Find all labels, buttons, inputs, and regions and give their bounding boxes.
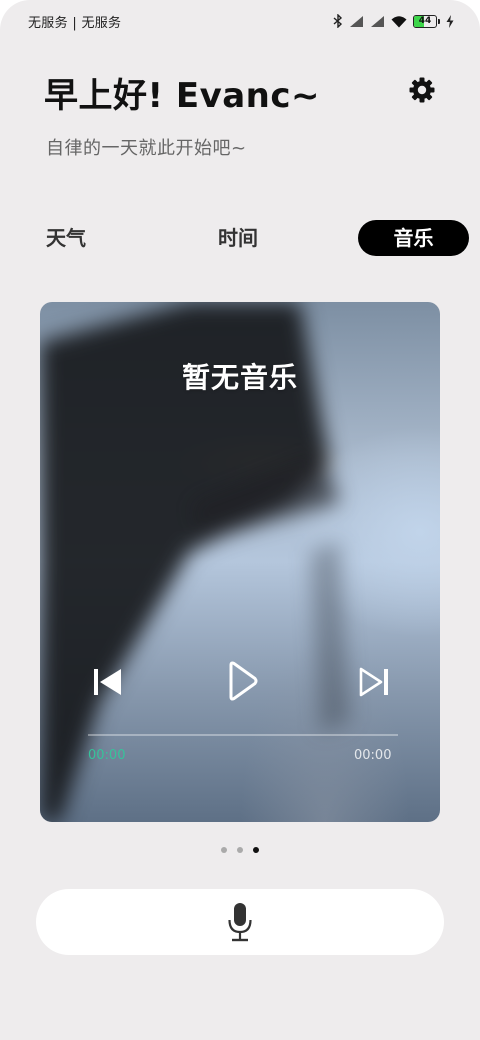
microphone-icon [228, 903, 252, 942]
signal-icon [350, 15, 363, 27]
page-dot-active[interactable] [253, 847, 259, 853]
greeting-title: 早上好! Evanc~ [44, 76, 321, 116]
music-player-card: 暂无音乐 00:00 00:00 [40, 302, 440, 822]
gear-icon [409, 77, 435, 103]
current-time: 00:00 [88, 748, 126, 763]
total-time: 00:00 [354, 748, 392, 763]
tab-bar: 天气 时间 音乐 [0, 220, 480, 256]
status-icons: 44 [333, 14, 454, 28]
battery-icon: 44 [413, 14, 440, 28]
tab-music[interactable]: 音乐 [358, 220, 469, 256]
phone-screen: 无服务 | 无服务 44 早上好! Evanc~ 自律的一天就此开始吧~ 天气 … [0, 0, 480, 1040]
signal-icon [371, 15, 384, 27]
tab-weather[interactable]: 天气 [46, 220, 86, 256]
carrier-text: 无服务 | 无服务 [28, 15, 122, 31]
progress-slider[interactable] [88, 734, 398, 736]
play-icon [229, 661, 258, 701]
status-bar: 无服务 | 无服务 44 [0, 0, 480, 42]
voice-input-button[interactable] [36, 889, 444, 955]
greeting-subtitle: 自律的一天就此开始吧~ [46, 138, 247, 159]
previous-button[interactable] [90, 664, 126, 700]
page-dot[interactable] [221, 847, 227, 853]
charging-icon [446, 14, 454, 28]
tab-time[interactable]: 时间 [218, 220, 258, 256]
next-button[interactable] [356, 664, 392, 700]
page-indicator [221, 847, 259, 853]
previous-icon [94, 669, 121, 695]
battery-level-text: 44 [418, 15, 432, 26]
wifi-icon [391, 15, 407, 27]
bluetooth-icon [333, 14, 343, 28]
page-dot[interactable] [237, 847, 243, 853]
track-title: 暂无音乐 [181, 361, 298, 394]
settings-button[interactable] [404, 72, 440, 108]
next-icon [359, 667, 388, 697]
play-button[interactable] [226, 660, 260, 702]
